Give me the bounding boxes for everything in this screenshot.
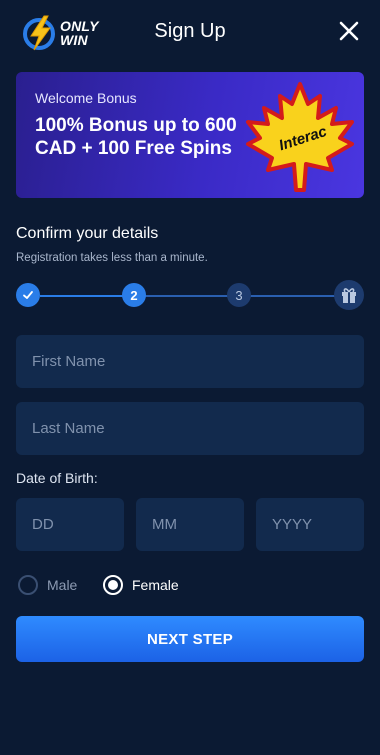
check-icon xyxy=(23,291,33,299)
male-label: Male xyxy=(47,577,78,593)
dob-year-input[interactable] xyxy=(256,498,364,551)
maple-leaf-interac-icon: Interac xyxy=(246,82,354,192)
close-icon[interactable] xyxy=(336,18,362,44)
dob-month-input[interactable] xyxy=(136,498,244,551)
banner-headline: 100% Bonus up to 600 CAD + 100 Free Spin… xyxy=(35,115,237,159)
step-4-gift xyxy=(334,280,364,310)
welcome-bonus-banner[interactable]: Welcome Bonus 100% Bonus up to 600 CAD +… xyxy=(16,72,364,198)
step-2-current: 2 xyxy=(122,283,146,307)
female-label: Female xyxy=(132,577,179,593)
last-name-input[interactable] xyxy=(16,402,364,455)
first-name-input[interactable] xyxy=(16,335,364,388)
gender-female-option[interactable]: Female xyxy=(103,574,179,596)
gender-male-option[interactable]: Male xyxy=(18,574,77,596)
next-step-button[interactable]: NEXT STEP xyxy=(16,616,364,662)
banner-subtitle: Welcome Bonus xyxy=(35,90,137,106)
header: ONLY WIN Sign Up xyxy=(0,0,380,66)
page-title: Sign Up xyxy=(154,20,226,42)
form-subtitle: Registration takes less than a minute. xyxy=(16,252,208,264)
stepper-line-complete xyxy=(40,295,132,297)
date-of-birth-label: Date of Birth: xyxy=(16,470,98,486)
male-radio[interactable] xyxy=(18,575,38,595)
signup-page: ONLY WIN Sign Up Welcome Bonus 100% Bonu… xyxy=(0,0,380,755)
gift-icon xyxy=(342,288,356,303)
form-title: Confirm your details xyxy=(16,225,159,242)
female-radio-selected[interactable] xyxy=(103,575,123,595)
step-3: 3 xyxy=(227,283,251,307)
step-1-complete xyxy=(16,283,40,307)
dob-day-input[interactable] xyxy=(16,498,124,551)
registration-stepper: 2 3 xyxy=(16,280,364,310)
